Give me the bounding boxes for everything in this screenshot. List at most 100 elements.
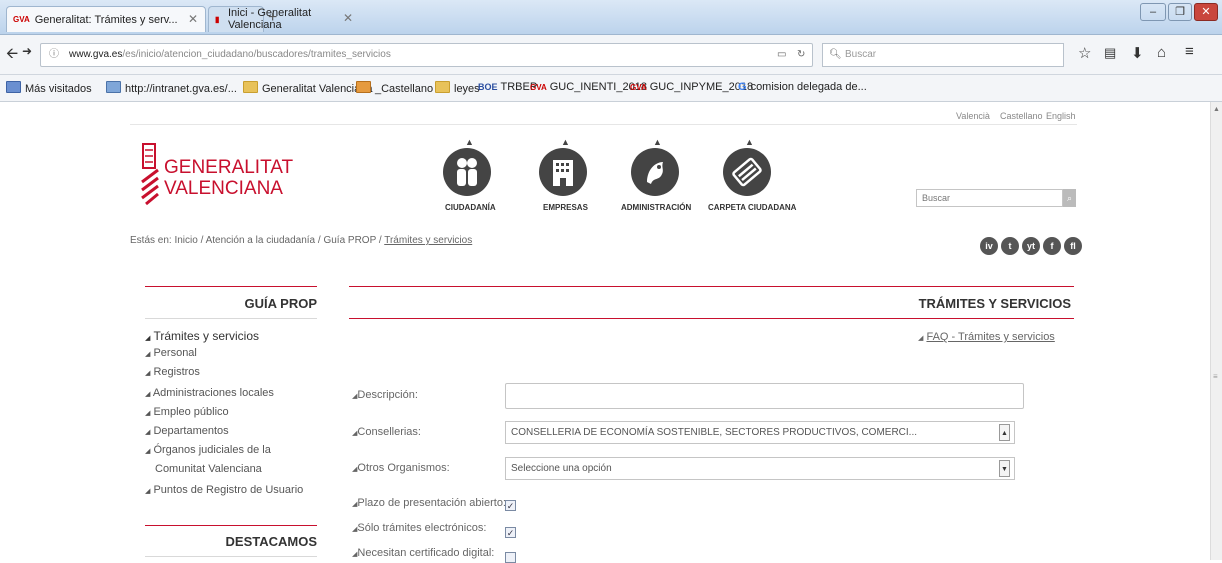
close-window-button[interactable]: ✕ bbox=[1194, 3, 1218, 21]
download-icon[interactable]: ⬇ bbox=[1131, 44, 1144, 62]
close-tab-icon[interactable]: ✕ bbox=[343, 11, 353, 25]
reload-icon[interactable]: ↻ bbox=[797, 44, 805, 66]
trbep-icon: BOE bbox=[478, 82, 498, 92]
flickr-icon[interactable]: fl bbox=[1064, 237, 1082, 255]
sidebar-rule bbox=[145, 286, 317, 287]
triangle-icon: ◢ bbox=[145, 429, 151, 436]
tab-inici-label[interactable]: Inici - Generalitat Valenciana ✕ bbox=[208, 6, 360, 32]
triangle-icon: ◢ bbox=[145, 488, 151, 495]
gva-favicon-icon: GVA bbox=[530, 83, 547, 92]
forward-arrow-icon[interactable]: ➜ bbox=[22, 44, 32, 58]
caret-up-icon: ▲ bbox=[561, 137, 570, 147]
lang-english[interactable]: English bbox=[1046, 111, 1076, 121]
sidebar-item-organos-cont[interactable]: Comunitat Valenciana bbox=[155, 463, 262, 475]
bookmarks-icon bbox=[6, 81, 21, 93]
bookmark-guc-inpyme[interactable]: GVA GUC_INPYME_2018 bbox=[630, 81, 753, 93]
navigation-bar: 🡨 ➜ ⓘ www.gva.es/es/inicio/atencion_ciud… bbox=[0, 35, 1222, 75]
plazo-checkbox[interactable]: ✓ bbox=[505, 500, 516, 511]
consellerias-label: ◢Consellerias: bbox=[352, 426, 421, 438]
vertical-scrollbar[interactable]: ▲ ≡ bbox=[1210, 102, 1222, 560]
facebook-icon[interactable]: f bbox=[1043, 237, 1061, 255]
gva-logo-icon[interactable] bbox=[140, 142, 160, 206]
home-icon[interactable]: ⌂ bbox=[1157, 44, 1166, 61]
dropdown-arrow-icon[interactable]: ▼ bbox=[999, 460, 1010, 477]
bookmark-trbep[interactable]: BOE TRBEP bbox=[478, 81, 537, 93]
descripcion-input[interactable] bbox=[505, 383, 1024, 409]
twitter-icon[interactable]: t bbox=[1001, 237, 1019, 255]
bookmark-castellano[interactable]: _Castellano bbox=[356, 81, 433, 95]
nav-ciudadania[interactable]: CIUDADANÍA bbox=[445, 203, 496, 212]
bookmark-comision[interactable]: Gcomision delegada de... bbox=[738, 81, 867, 93]
minimize-button[interactable]: – bbox=[1140, 3, 1166, 21]
otros-select[interactable]: Seleccione una opción bbox=[505, 457, 1015, 480]
sidebar-item-administraciones[interactable]: ◢ Administraciones locales bbox=[145, 387, 274, 399]
gva-favicon-icon: GVA bbox=[630, 83, 647, 92]
maximize-button[interactable]: ❐ bbox=[1168, 3, 1192, 21]
sidebar-divider bbox=[145, 318, 317, 319]
site-logo-text[interactable]: GENERALITAT VALENCIANA bbox=[164, 157, 293, 199]
ivoox-icon[interactable]: iv bbox=[980, 237, 998, 255]
sidebar-item-organos[interactable]: ◢ Órganos judiciales de la bbox=[145, 444, 271, 456]
sidebar-rule bbox=[145, 525, 317, 526]
clipboard-icon[interactable]: ▤ bbox=[1104, 45, 1116, 61]
otros-label: ◢Otros Organismos: bbox=[352, 462, 450, 474]
bookmark-intranet[interactable]: http://intranet.gva.es/... bbox=[106, 81, 237, 95]
lang-castellano[interactable]: Castellano bbox=[1000, 111, 1043, 121]
faq-link[interactable]: ◢ FAQ - Trámites y servicios bbox=[918, 331, 1055, 343]
sidebar-item-personal[interactable]: ◢ Personal bbox=[145, 347, 197, 359]
back-arrow-icon[interactable]: 🡨 bbox=[6, 43, 18, 68]
google-icon: G bbox=[738, 81, 747, 93]
url-bar[interactable]: ⓘ www.gva.es/es/inicio/atencion_ciudadan… bbox=[40, 43, 813, 67]
electronicos-checkbox[interactable]: ✓ bbox=[505, 527, 516, 538]
citizen-icon[interactable] bbox=[443, 148, 491, 196]
menu-icon[interactable]: ≡ bbox=[1185, 43, 1194, 60]
triangle-icon: ◢ bbox=[145, 391, 151, 398]
sidebar-divider bbox=[145, 556, 317, 557]
sidebar-item-registros[interactable]: ◢ Registros bbox=[145, 366, 200, 378]
youtube-icon[interactable]: yt bbox=[1022, 237, 1040, 255]
companies-icon[interactable] bbox=[539, 148, 587, 196]
bookmark-star-icon[interactable]: ☆ bbox=[1078, 44, 1091, 62]
caret-up-icon: ▲ bbox=[653, 137, 662, 147]
bookmark-leyes[interactable]: leyes bbox=[435, 81, 480, 95]
main-rule bbox=[349, 286, 1074, 287]
lang-valencia[interactable]: Valencià bbox=[956, 111, 990, 121]
browser-search-input[interactable]: 🔍︎ Buscar bbox=[822, 43, 1064, 67]
descripcion-label: ◢Descripción: bbox=[352, 389, 418, 401]
nav-carpeta-ciudadana[interactable]: CARPETA CIUDADANA bbox=[708, 203, 796, 212]
info-icon[interactable]: ⓘ bbox=[49, 44, 59, 66]
triangle-icon: ◢ bbox=[145, 370, 151, 377]
main-rule bbox=[349, 318, 1074, 319]
breadcrumb-current[interactable]: Trámites y servicios bbox=[384, 235, 472, 246]
plazo-label: ◢Plazo de presentación abierto: bbox=[352, 497, 506, 509]
nav-administracion[interactable]: ADMINISTRACIÓN bbox=[621, 203, 691, 212]
consellerias-select[interactable]: CONSELLERIA DE ECONOMÍA SOSTENIBLE, SECT… bbox=[505, 421, 1015, 444]
tab-tramites[interactable]: GVA Generalitat: Trámites y serv... ✕ bbox=[6, 6, 206, 32]
url-path: /es/inicio/atencion_ciudadano/buscadores… bbox=[122, 49, 391, 60]
site-search-button[interactable]: ⌕ bbox=[1063, 189, 1076, 207]
certificado-checkbox[interactable] bbox=[505, 552, 516, 563]
site-search-input[interactable]: Buscar bbox=[916, 189, 1063, 207]
search-icon: ⌕ bbox=[1066, 193, 1073, 203]
caret-up-icon: ▲ bbox=[745, 137, 754, 147]
header-divider bbox=[130, 124, 1077, 125]
citizen-folder-icon[interactable] bbox=[723, 148, 771, 196]
sidebar-item-departamentos[interactable]: ◢ Departamentos bbox=[145, 425, 229, 437]
triangle-icon: ◢ bbox=[145, 448, 151, 455]
scroll-up-icon[interactable]: ▲ bbox=[1213, 106, 1220, 113]
scroll-grip-icon[interactable]: ≡ bbox=[1213, 372, 1218, 381]
sidebar-section-title: DESTACAMOS bbox=[225, 534, 317, 549]
nav-empresas[interactable]: EMPRESAS bbox=[543, 203, 588, 212]
new-tab-button[interactable]: + bbox=[268, 9, 277, 27]
bookmark-generalitat[interactable]: Generalitat Valenciana bbox=[243, 81, 372, 95]
sidebar-item-empleo[interactable]: ◢ Empleo público bbox=[145, 406, 229, 418]
main-title: TRÁMITES Y SERVICIOS bbox=[918, 296, 1071, 311]
sidebar-item-tramites[interactable]: ◢ Trámites y servicios bbox=[145, 329, 259, 343]
reader-view-icon[interactable]: ▭ bbox=[777, 44, 786, 66]
administration-icon[interactable] bbox=[631, 148, 679, 196]
dropdown-arrow-icon[interactable]: ▲ bbox=[999, 424, 1010, 441]
close-tab-icon[interactable]: ✕ bbox=[188, 12, 198, 26]
sidebar-item-puntos[interactable]: ◢ Puntos de Registro de Usuario bbox=[145, 484, 303, 496]
bookmark-mas-visitados[interactable]: Más visitados bbox=[6, 81, 92, 95]
folder-icon bbox=[243, 81, 258, 93]
